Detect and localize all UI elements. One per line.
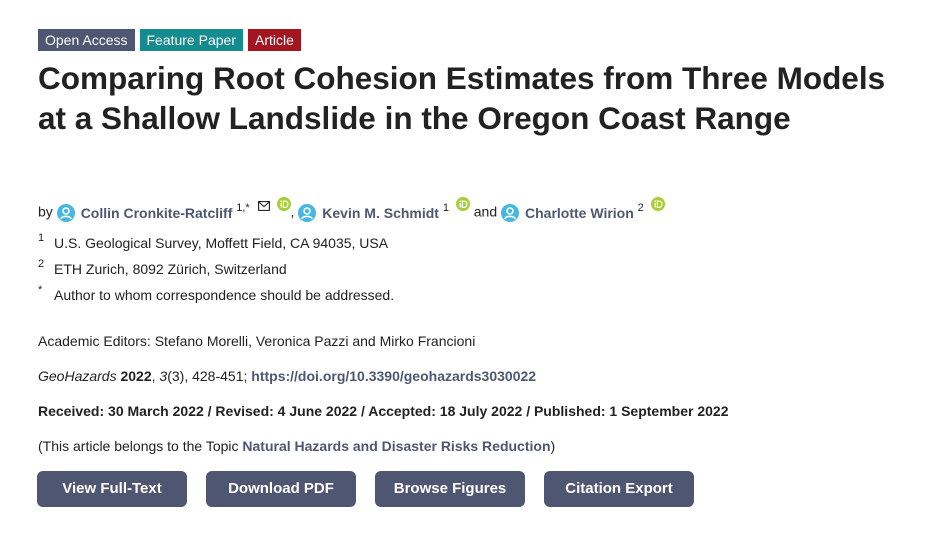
badge-row: Open Access Feature Paper Article <box>38 29 301 51</box>
publication-dates: Received: 30 March 2022 / Revised: 4 Jun… <box>38 403 729 419</box>
topic-prefix: (This article belongs to the Topic <box>38 438 243 454</box>
orcid-icon[interactable] <box>276 197 291 211</box>
author-1[interactable]: Collin Cronkite-Ratcliff <box>56 201 233 225</box>
author-affil-sup: 1 <box>442 202 449 214</box>
article-header: Open Access Feature Paper Article Compar… <box>0 0 939 541</box>
affiliation-text: Author to whom correspondence should be … <box>54 287 395 303</box>
mail-icon[interactable] <box>257 201 270 211</box>
author-name[interactable]: Charlotte Wirion <box>525 201 634 225</box>
author-affil-sup: 1,* <box>236 202 250 214</box>
citation-export-button[interactable]: Citation Export <box>544 471 694 507</box>
view-full-text-button[interactable]: View Full-Text <box>37 471 187 507</box>
citation-issue-pages: (3), 428-451; <box>167 368 252 384</box>
user-icon <box>298 203 317 222</box>
academic-editors: Academic Editors: Stefano Morelli, Veron… <box>38 333 476 349</box>
article-title: Comparing Root Cohesion Estimates from T… <box>38 60 886 136</box>
feature-paper-badge[interactable]: Feature Paper <box>139 29 243 51</box>
author-name[interactable]: Kevin M. Schmidt <box>322 201 439 225</box>
and-label: and <box>473 203 498 220</box>
author-separator: , <box>290 203 295 220</box>
citation-line: GeoHazards 2022, 3(3), 428-451; https://… <box>38 368 537 384</box>
affiliation-item: 2 ETH Zurich, 8092 Zürich, Switzerland <box>38 258 394 284</box>
author-2[interactable]: Kevin M. Schmidt <box>298 201 439 225</box>
author-line: by Collin Cronkite-Ratcliff 1,* , Kevin … <box>38 196 665 225</box>
browse-figures-button[interactable]: Browse Figures <box>375 471 525 507</box>
topic-suffix: ) <box>550 438 556 454</box>
orcid-icon[interactable] <box>455 197 470 211</box>
author-3[interactable]: Charlotte Wirion <box>501 201 634 225</box>
affiliation-item: 1 U.S. Geological Survey, Moffett Field,… <box>38 232 394 258</box>
topic-link[interactable]: Natural Hazards and Disaster Risks Reduc… <box>242 438 550 454</box>
journal-name: GeoHazards <box>38 368 117 384</box>
action-buttons: View Full-Text Download PDF Browse Figur… <box>37 471 694 507</box>
download-pdf-button[interactable]: Download PDF <box>206 471 356 507</box>
citation-year: 2022 <box>120 368 152 384</box>
affiliation-text: U.S. Geological Survey, Moffett Field, C… <box>54 235 389 251</box>
affiliation-number: 1 <box>38 232 45 244</box>
affiliation-number: * <box>38 284 43 296</box>
author-affil-sup: 2 <box>637 202 644 214</box>
article-type-badge: Article <box>248 29 301 51</box>
topic-line: (This article belongs to the Topic Natur… <box>38 438 555 454</box>
open-access-badge[interactable]: Open Access <box>38 29 135 51</box>
orcid-icon[interactable] <box>650 197 665 211</box>
affiliation-text: ETH Zurich, 8092 Zürich, Switzerland <box>54 261 287 277</box>
affiliation-item: * Author to whom correspondence should b… <box>38 284 394 310</box>
author-name[interactable]: Collin Cronkite-Ratcliff <box>81 201 233 225</box>
user-icon <box>56 203 75 222</box>
affiliation-list: 1 U.S. Geological Survey, Moffett Field,… <box>38 232 394 310</box>
user-icon <box>501 203 520 222</box>
affiliation-number: 2 <box>38 258 45 270</box>
doi-link[interactable]: https://doi.org/10.3390/geohazards303002… <box>251 368 536 384</box>
by-label: by <box>38 203 53 220</box>
